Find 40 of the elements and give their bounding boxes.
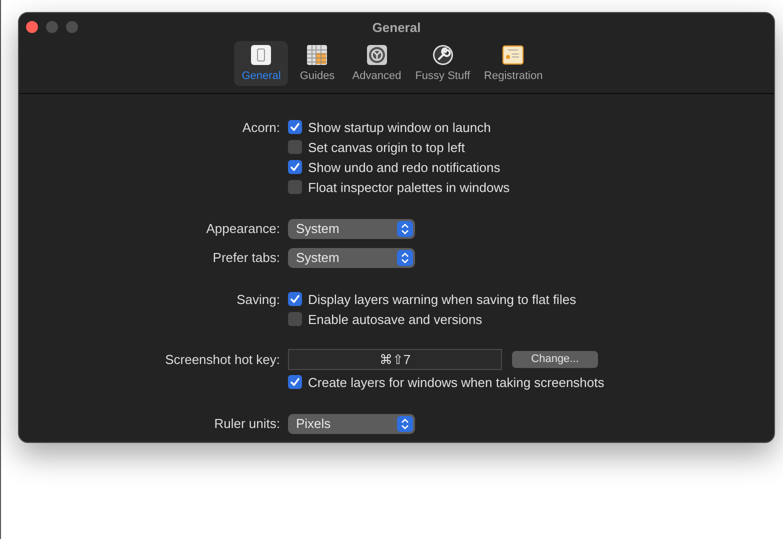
toolbar-tab[interactable]: Registration <box>478 41 549 86</box>
checkbox-label: Show undo and redo notifications <box>308 160 500 174</box>
popup-menu[interactable]: System <box>288 248 415 268</box>
checkbox-label: Float inspector palettes in windows <box>308 180 510 194</box>
change-button[interactable]: Change... <box>512 350 598 368</box>
popup-menu[interactable]: System <box>288 218 415 238</box>
setting-label: Screenshot hot key: <box>165 352 280 366</box>
setting-label: Saving: <box>236 292 280 306</box>
setting-label: Appearance: <box>206 221 280 236</box>
checkbox[interactable] <box>288 312 302 326</box>
checkbox-label: Create layers for windows when taking screenshots <box>308 374 604 390</box>
close-button[interactable] <box>26 21 38 33</box>
toolbar-tab[interactable]: Advanced <box>346 41 408 86</box>
checkbox[interactable] <box>288 160 302 174</box>
setting-label: Prefer tabs: <box>212 250 280 265</box>
checkbox-label: Enable autosave and versions <box>308 312 482 326</box>
checkbox[interactable] <box>288 375 302 389</box>
setting-label: Acorn: <box>242 120 280 134</box>
wrench-icon <box>432 44 454 66</box>
window-title: General <box>372 19 421 37</box>
checkbox[interactable] <box>288 292 302 306</box>
toolbar-tab[interactable]: Guides <box>290 41 344 86</box>
checkbox[interactable] <box>288 180 302 194</box>
setting-label: Ruler units: <box>214 416 280 431</box>
checkbox[interactable] <box>288 140 302 154</box>
certificate-icon <box>502 44 524 66</box>
gauge-icon <box>366 44 388 66</box>
chevron-icon <box>397 250 413 266</box>
chevron-icon <box>397 416 413 432</box>
popup-menu[interactable]: Pixels <box>288 414 415 434</box>
checkbox-label: Set canvas origin to top left <box>308 140 465 154</box>
hotkey-field[interactable]: ⌘⇧7 <box>288 348 502 370</box>
grid-icon <box>306 44 328 66</box>
checkbox-label: Show startup window on launch <box>308 120 491 134</box>
checkbox-label: Display layers warning when saving to flat files <box>308 292 576 306</box>
phone-icon <box>250 44 272 66</box>
toolbar-tab[interactable]: General <box>234 41 288 86</box>
checkbox[interactable] <box>288 120 302 134</box>
chevron-icon <box>397 220 413 236</box>
toolbar-tab[interactable]: Fussy Stuff <box>409 41 476 86</box>
